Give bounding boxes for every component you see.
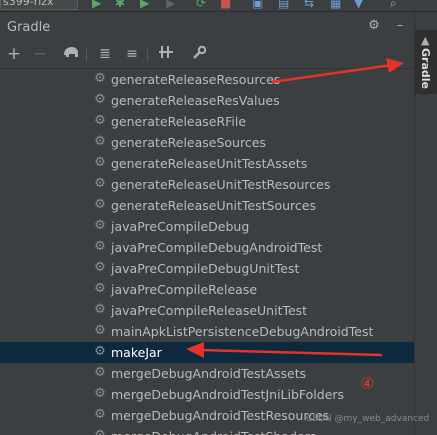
- task-row[interactable]: ⚙ generateReleaseResources: [0, 69, 414, 90]
- task-label: generateReleaseUnitTestAssets: [111, 156, 308, 171]
- run-configuration-combo[interactable]: s399-rizx: [0, 0, 78, 10]
- task-row[interactable]: ⚙ javaPreCompileRelease: [0, 279, 414, 300]
- watermark: CSDN @my_web_advanced: [306, 414, 430, 424]
- annotation-number: ④: [360, 374, 375, 393]
- task-label: mergeDebugAndroidTestResources: [111, 408, 330, 423]
- rerun-icon[interactable]: ▶: [166, 0, 175, 10]
- task-row[interactable]: ⚙ javaPreCompileReleaseUnitTest: [0, 300, 414, 321]
- layout-icon[interactable]: ▤: [278, 0, 289, 10]
- task-row[interactable]: ⚙ mergeDebugAndroidTestShaders: [0, 426, 414, 435]
- apply-changes-icon[interactable]: ⟳: [196, 0, 206, 10]
- collapse-all-icon[interactable]: ≡: [123, 45, 141, 63]
- task-row[interactable]: ⚙ javaPreCompileDebugAndroidTest: [0, 237, 414, 258]
- task-row[interactable]: ⚙ javaPreCompileDebug: [0, 216, 414, 237]
- gear-icon: ⚙: [94, 302, 106, 317]
- attach-icon[interactable]: ▶: [140, 0, 149, 10]
- task-row[interactable]: ⚙ makeJar: [0, 342, 414, 363]
- gear-icon[interactable]: ⚙: [366, 18, 382, 34]
- gear-icon: ⚙: [94, 260, 106, 275]
- task-row[interactable]: ⚙ generateReleaseResValues: [0, 90, 414, 111]
- right-tool-window-bar: ▲ Gradle: [414, 12, 437, 435]
- remove-icon[interactable]: −: [31, 45, 49, 63]
- gear-icon: ⚙: [94, 134, 106, 149]
- ide-top-toolbar: s399-rizx ▶ ✱ ▶ ▶ ⟳ ■ ▣ ▤ ⇆ ▦ ▼ ⌕: [0, 0, 437, 12]
- search-icon[interactable]: ⌕: [390, 0, 397, 10]
- elephant-icon: ▲: [421, 34, 430, 47]
- gear-icon: ⚙: [94, 197, 106, 212]
- task-label: generateReleaseUnitTestResources: [111, 177, 331, 192]
- task-label: mergeDebugAndroidTestJniLibFolders: [111, 387, 345, 402]
- task-row[interactable]: ⚙ generateReleaseSources: [0, 132, 414, 153]
- gear-icon: ⚙: [94, 323, 106, 338]
- task-row[interactable]: ⚙ mergeDebugAndroidTestJniLibFolders: [0, 384, 414, 405]
- task-label: javaPreCompileDebug: [111, 219, 250, 234]
- sync-icon[interactable]: ⇆: [304, 0, 314, 10]
- task-row[interactable]: ⚙ generateReleaseRFile: [0, 111, 414, 132]
- task-row[interactable]: ⚙ mergeDebugAndroidTestAssets: [0, 363, 414, 384]
- gradle-panel-header: Gradle ⚙ –: [0, 12, 414, 41]
- gear-icon: ⚙: [94, 155, 106, 170]
- gear-icon: ⚙: [94, 407, 106, 422]
- gear-icon: ⚙: [94, 239, 106, 254]
- debug-icon[interactable]: ✱: [115, 0, 125, 10]
- gradle-side-tab[interactable]: ▲ Gradle: [415, 30, 437, 94]
- task-row[interactable]: ⚙ javaPreCompileDebugUnitTest: [0, 258, 414, 279]
- task-row[interactable]: ⚙ generateReleaseUnitTestResources: [0, 174, 414, 195]
- wrench-icon[interactable]: [190, 45, 208, 63]
- task-row[interactable]: ⚙ generateReleaseUnitTestAssets: [0, 153, 414, 174]
- stop-icon[interactable]: ■: [220, 0, 231, 10]
- gear-icon: ⚙: [94, 218, 106, 233]
- expand-all-icon[interactable]: ≣: [96, 45, 114, 63]
- gear-icon: ⚙: [94, 92, 106, 107]
- task-label: mainApkListPersistenceDebugAndroidTest: [111, 324, 374, 339]
- panel-title: Gradle: [7, 20, 51, 35]
- gradle-task-tree: ⚙ generateReleaseResources ⚙ generateReleas…: [0, 69, 414, 435]
- task-label: generateReleaseRFile: [111, 114, 247, 129]
- gear-icon: ⚙: [93, 428, 107, 435]
- task-label: generateReleaseResources: [111, 72, 281, 87]
- gear-icon: ⚙: [94, 281, 106, 296]
- task-label: generateReleaseSources: [111, 135, 266, 150]
- gear-icon: ⚙: [94, 71, 106, 86]
- device-icon[interactable]: ▦: [330, 0, 341, 10]
- task-label: javaPreCompileRelease: [111, 282, 258, 297]
- hide-panel-icon[interactable]: –: [392, 18, 408, 34]
- run-icon[interactable]: ▶: [92, 0, 101, 10]
- task-row[interactable]: ⚙ mainApkListPersistenceDebugAndroidTest: [0, 321, 414, 342]
- gear-icon: ⚙: [94, 365, 106, 380]
- task-label: generateReleaseUnitTestSources: [111, 198, 316, 213]
- elephant-icon[interactable]: [62, 45, 80, 63]
- build-icon[interactable]: ▣: [252, 0, 263, 10]
- task-row[interactable]: ⚙ generateReleaseUnitTestSources: [0, 195, 414, 216]
- gradle-toolbar: + − ≣ ≡: [0, 41, 414, 69]
- gear-icon: ⚙: [94, 386, 106, 401]
- side-tab-label: Gradle: [419, 48, 432, 89]
- sdk-icon[interactable]: ▼: [354, 0, 363, 10]
- task-label: generateReleaseResValues: [111, 93, 280, 108]
- task-label: javaPreCompileReleaseUnitTest: [111, 303, 308, 318]
- gear-icon: ⚙: [94, 176, 106, 191]
- add-icon[interactable]: +: [5, 45, 23, 63]
- toolbar-separator: [147, 47, 148, 62]
- task-label: javaPreCompileDebugUnitTest: [111, 261, 300, 276]
- task-label: javaPreCompileDebugAndroidTest: [111, 240, 323, 255]
- gear-icon: ⚙: [94, 113, 106, 128]
- link-gradle-project-icon[interactable]: [157, 45, 175, 63]
- task-label: makeJar: [111, 345, 162, 360]
- task-label: mergeDebugAndroidTestShaders: [111, 429, 316, 435]
- toolbar-separator: [86, 47, 87, 62]
- gear-icon: ⚙: [94, 344, 106, 359]
- task-label: mergeDebugAndroidTestAssets: [111, 366, 307, 381]
